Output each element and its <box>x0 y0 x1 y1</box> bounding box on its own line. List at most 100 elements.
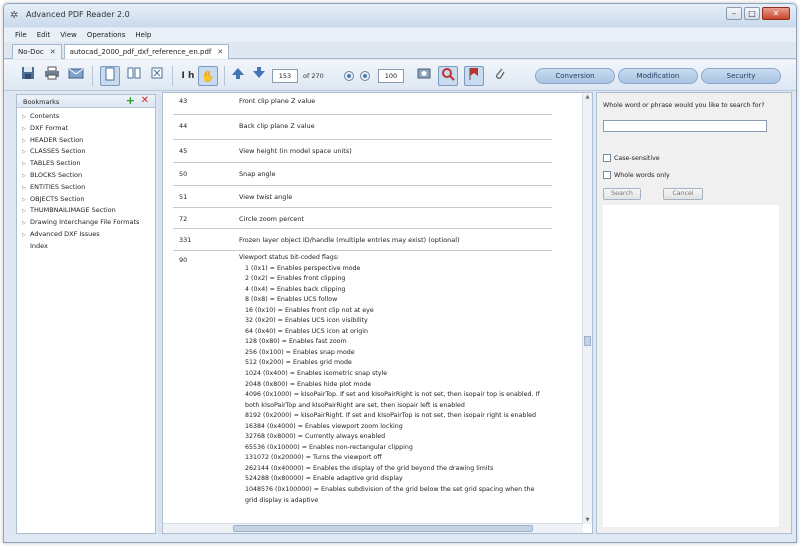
menu-operations[interactable]: Operations <box>84 28 128 42</box>
expand-icon[interactable]: ▷ <box>22 195 30 206</box>
document-view[interactable]: 43 Front clip plane Z value 44 Back clip… <box>162 92 593 534</box>
group-code: 43 <box>179 97 188 105</box>
whole-words-option[interactable]: Whole words only <box>603 171 670 179</box>
expand-icon[interactable]: ▷ <box>22 147 30 158</box>
flag-item: 8 (0x8) = Enables UCS follow <box>245 296 338 304</box>
panel-splitter[interactable] <box>158 94 161 534</box>
case-sensitive-checkbox[interactable] <box>603 154 611 162</box>
expand-icon[interactable]: ▷ <box>22 136 30 147</box>
window-controls: – □ ✕ <box>726 7 790 20</box>
search-panel: Whole word or phrase would you like to s… <box>596 92 792 534</box>
bookmark-item[interactable]: ▷ ENTITIES Section <box>22 182 155 194</box>
window-title: Advanced PDF Reader 2.0 <box>26 10 130 19</box>
previous-page-icon[interactable] <box>228 66 248 86</box>
zoom-in-icon[interactable] <box>360 71 370 81</box>
flag-item: 1 (0x1) = Enables perspective mode <box>245 264 361 272</box>
email-icon[interactable] <box>66 66 86 86</box>
menu-edit[interactable]: Edit <box>34 28 54 42</box>
bookmark-item[interactable]: ▷ DXF Format <box>22 123 155 135</box>
zoom-out-icon[interactable] <box>344 71 354 81</box>
menu-file[interactable]: File <box>12 28 30 42</box>
group-code: 44 <box>179 122 188 130</box>
bookmark-item[interactable]: ▷ OBJECTS Section <box>22 194 155 206</box>
scroll-down-icon[interactable]: ▼ <box>584 517 591 523</box>
expand-icon[interactable]: ▷ <box>22 183 30 194</box>
tab-label: autocad_2000_pdf_dxf_reference_en.pdf <box>69 48 212 56</box>
flag-item: 1024 (0x400) = Enables isometric snap st… <box>245 370 388 378</box>
scroll-up-icon[interactable]: ▲ <box>584 94 591 100</box>
flag-item: 256 (0x100) = Enables snap mode <box>245 348 355 356</box>
expand-icon[interactable]: ▷ <box>22 218 30 229</box>
bookmark-item[interactable]: Index <box>22 241 155 252</box>
flag-item: 2048 (0x800) = Enables hide plot mode <box>245 380 372 388</box>
app-window: ✲ Advanced PDF Reader 2.0 – □ ✕ File Edi… <box>3 3 797 543</box>
bookmark-item[interactable]: ▷ CLASSES Section <box>22 146 155 158</box>
conversion-button[interactable]: Conversion <box>535 68 615 84</box>
save-icon[interactable] <box>18 66 38 86</box>
expand-icon[interactable]: ▷ <box>22 112 30 123</box>
group-code: 45 <box>179 147 188 155</box>
bookmark-item[interactable]: ▷ Contents <box>22 111 155 123</box>
vertical-scrollbar[interactable]: ▲ ▼ <box>582 93 592 524</box>
bookmark-item[interactable]: ▷ TABLES Section <box>22 158 155 170</box>
menu-help[interactable]: Help <box>132 28 154 42</box>
tab-close-icon[interactable]: ✕ <box>217 45 223 59</box>
bookmark-item[interactable]: ▷ Advanced DXF Issues <box>22 229 155 241</box>
whole-words-checkbox[interactable] <box>603 171 611 179</box>
text-select-icon[interactable]: I h <box>178 66 198 86</box>
flag-item: 16384 (0x4000) = Enables viewport zoom l… <box>245 422 403 430</box>
attachment-icon[interactable] <box>490 66 510 86</box>
search-input[interactable] <box>603 120 767 132</box>
cancel-button[interactable]: Cancel <box>663 188 703 200</box>
flag-item: both kIsoPairTop and kIsoPairRight are s… <box>245 401 465 409</box>
zoom-input[interactable]: 100 <box>378 69 404 83</box>
menu-bar: File Edit View Operations Help <box>4 28 796 42</box>
close-button[interactable]: ✕ <box>762 7 790 20</box>
horizontal-scroll-thumb[interactable] <box>233 525 533 532</box>
tab-close-icon[interactable]: ✕ <box>50 45 56 59</box>
flag-item: 131072 (0x20000) = Turns the viewport of… <box>245 454 382 462</box>
bookmark-item[interactable]: ▷ BLOCKS Section <box>22 170 155 182</box>
print-icon[interactable] <box>42 66 62 86</box>
snapshot-icon[interactable] <box>414 66 434 86</box>
expand-icon[interactable]: ▷ <box>22 159 30 170</box>
group-description: Front clip plane Z value <box>239 97 316 105</box>
app-icon: ✲ <box>10 10 19 21</box>
bookmark-item[interactable]: ▷ Drawing Interchange File Formats <box>22 217 155 229</box>
flag-list: Viewport status bit-coded flags: 1 (0x1)… <box>239 253 540 506</box>
expand-icon[interactable]: ▷ <box>22 206 30 217</box>
add-bookmark-icon[interactable]: + <box>126 94 135 107</box>
case-sensitive-option[interactable]: Case-sensitive <box>603 154 660 162</box>
horizontal-scrollbar[interactable] <box>163 523 583 533</box>
case-sensitive-label: Case-sensitive <box>614 154 660 162</box>
find-icon[interactable] <box>438 66 458 86</box>
security-button[interactable]: Security <box>701 68 781 84</box>
bookmark-item[interactable]: ▷ THUMBNAILIMAGE Section <box>22 205 155 217</box>
expand-icon[interactable]: ▷ <box>22 230 30 241</box>
group-description: View twist angle <box>239 193 293 201</box>
vertical-scroll-thumb[interactable] <box>584 336 591 346</box>
group-description: Back clip plane Z value <box>239 122 315 130</box>
two-page-icon[interactable] <box>124 66 144 86</box>
search-button[interactable]: Search <box>603 188 641 200</box>
expand-icon[interactable]: ▷ <box>22 171 30 182</box>
expand-icon[interactable]: ▷ <box>22 124 30 135</box>
group-code: 90 <box>179 256 188 264</box>
next-page-icon[interactable] <box>249 66 269 86</box>
menu-view[interactable]: View <box>57 28 80 42</box>
minimize-button[interactable]: – <box>726 7 742 20</box>
hand-tool-icon[interactable]: ✋ <box>198 66 218 86</box>
tab-autocad-pdf[interactable]: autocad_2000_pdf_dxf_reference_en.pdf ✕ <box>63 44 230 59</box>
page-number-input[interactable]: 153 <box>272 69 298 83</box>
group-code: 50 <box>179 170 188 178</box>
bookmark-flag-icon[interactable] <box>464 66 484 86</box>
bookmark-item[interactable]: ▷ HEADER Section <box>22 135 155 147</box>
maximize-button[interactable]: □ <box>744 7 760 20</box>
document-tabs: No-Doc ✕ autocad_2000_pdf_dxf_reference_… <box>4 43 796 59</box>
fit-page-icon[interactable] <box>147 66 167 86</box>
flag-item: 64 (0x40) = Enables UCS icon at origin <box>245 327 369 335</box>
modification-button[interactable]: Modification <box>618 68 698 84</box>
tab-no-doc[interactable]: No-Doc ✕ <box>12 44 62 59</box>
single-page-icon[interactable] <box>100 66 120 86</box>
delete-bookmark-icon[interactable]: ✕ <box>141 95 149 106</box>
